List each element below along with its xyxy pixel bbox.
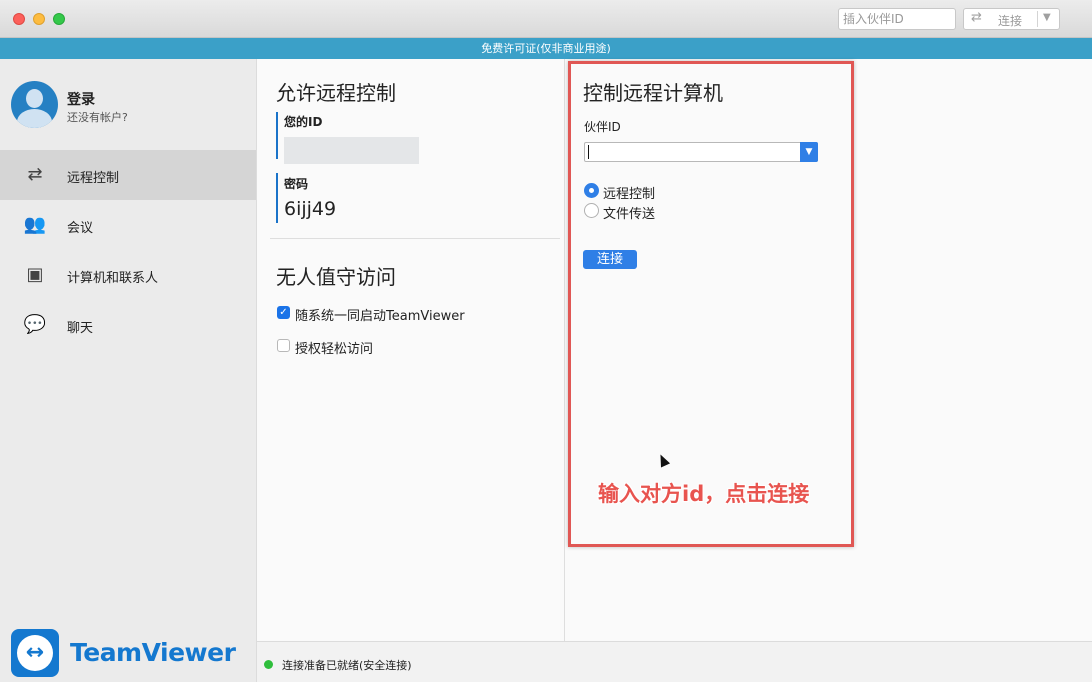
id-field-accent <box>276 112 278 159</box>
zoom-window-button[interactable] <box>53 13 65 25</box>
teamviewer-logo-icon: ↔ <box>11 629 59 677</box>
password-value: 6ijj49 <box>284 198 337 220</box>
group-people-icon: 👥 <box>23 214 47 235</box>
sidebar-item-meeting[interactable]: 👥 会议 <box>0 200 256 250</box>
status-text: 连接准备已就绪(安全连接) <box>282 659 412 672</box>
start-with-system-label[interactable]: 随系统一同启动TeamViewer <box>295 305 465 324</box>
sidebar-item-label: 聊天 <box>67 321 94 336</box>
sidebar-item-chat[interactable]: 💬 聊天 <box>0 300 256 350</box>
grant-easy-access-label[interactable]: 授权轻松访问 <box>295 338 373 357</box>
status-dot-icon <box>264 660 273 669</box>
toolbar-connect-label: 连接 <box>998 14 1023 28</box>
chevron-down-icon[interactable]: ▼ <box>1043 12 1051 23</box>
password-field-accent <box>276 173 278 223</box>
avatar-body <box>17 109 52 128</box>
unattended-title: 无人值守访问 <box>276 265 396 289</box>
sidebar-item-label: 会议 <box>67 221 94 236</box>
arrows-exchange-icon: ⇄ <box>27 164 43 185</box>
toolbar-partner-id-input[interactable]: 插入伙伴ID <box>838 8 956 30</box>
password-label: 密码 <box>284 177 309 191</box>
avatar-head <box>26 89 43 108</box>
double-arrow-icon: ↔ <box>25 640 45 665</box>
sidebar-item-label: 远程控制 <box>67 171 120 186</box>
brand-name: TeamViewer <box>70 638 236 667</box>
sidebar-item-computers-contacts[interactable]: ▣ 计算机和联系人 <box>0 250 256 300</box>
title-bar: 插入伙伴ID ⇄ 连接 ▼ <box>0 0 1092 38</box>
close-window-button[interactable] <box>13 13 25 25</box>
license-banner: 免费许可证(仅非商业用途) <box>0 38 1092 59</box>
annotation-highlight-box <box>568 61 854 547</box>
allow-remote-panel: 允许远程控制 您的ID 密码 6ijj49 无人值守访问 ✓ 随系统一同启动Te… <box>257 59 564 641</box>
toolbar-connect-button[interactable]: ⇄ 连接 ▼ <box>963 8 1060 30</box>
your-id-label: 您的ID <box>284 115 323 129</box>
minimize-window-button[interactable] <box>33 13 45 25</box>
annotation-text: 输入对方id，点击连接 <box>598 482 810 506</box>
sidebar-item-remote-control[interactable]: ⇄ 远程控制 <box>0 150 256 200</box>
section-divider <box>270 238 560 239</box>
status-bar: 连接准备已就绪(安全连接) <box>257 641 1092 682</box>
arrows-exchange-icon: ⇄ <box>971 10 982 25</box>
contact-card-icon: ▣ <box>26 264 44 285</box>
start-with-system-checkbox[interactable]: ✓ <box>277 306 290 319</box>
signup-link[interactable]: 还没有帐户? <box>67 109 128 125</box>
login-link[interactable]: 登录 <box>67 89 95 109</box>
chat-bubbles-icon: 💬 <box>23 314 47 335</box>
allow-remote-title: 允许远程控制 <box>276 81 396 105</box>
sidebar: 登录 还没有帐户? ⇄ 远程控制 👥 会议 ▣ 计算机和联系人 💬 聊天 ↔ T… <box>0 59 257 682</box>
grant-easy-access-checkbox[interactable] <box>277 339 290 352</box>
avatar[interactable] <box>11 81 58 128</box>
toolbar-separator <box>1037 11 1038 27</box>
sidebar-item-label: 计算机和联系人 <box>67 271 159 286</box>
your-id-value <box>284 137 419 164</box>
